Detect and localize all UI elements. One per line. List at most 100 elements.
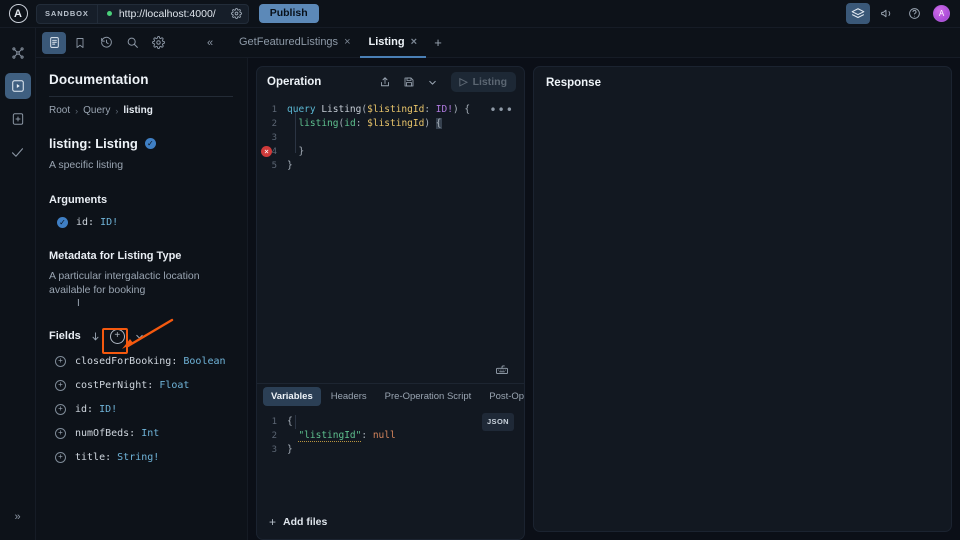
response-card: Response [533,66,952,532]
argument-type[interactable]: ID! [100,217,118,228]
tab-pre-operation-script[interactable]: Pre-Operation Script [377,387,480,406]
code-line: 4 } [257,145,524,159]
plus-circle-icon[interactable]: + [55,451,66,463]
breadcrumb-separator: › [75,105,79,116]
megaphone-icon[interactable] [874,3,898,24]
variables-editor[interactable]: JSON 1 { 2 "listingId": null 3} [257,409,524,505]
code-line: 2 "listingId": null [257,429,524,443]
breadcrumb-query[interactable]: Query [83,105,110,116]
line-number: 1 [271,417,277,427]
environment-chip[interactable]: SANDBOX [37,4,98,23]
plus-circle-icon[interactable]: + [55,427,66,439]
tab-close-icon[interactable]: × [411,36,417,48]
code-line: 3 } [257,443,524,457]
list-item[interactable]: + id: ID! [49,403,233,415]
user-avatar[interactable]: A [933,5,950,22]
panes: Documentation Root › Query › listing lis… [36,58,960,540]
field-type[interactable]: Int [141,428,159,439]
breadcrumb-current: listing [123,105,153,116]
documentation-pane: Documentation Root › Query › listing lis… [36,58,248,540]
add-tab-button[interactable]: + [426,28,450,58]
response-pane: Response [525,58,960,540]
layers-icon[interactable] [846,3,870,24]
operation-header: Operation ▷ Listing [257,67,524,97]
breadcrumb-separator: › [115,105,119,116]
metadata-description: A particular intergalactic location avai… [49,270,200,297]
field-text: title: String! [75,452,159,463]
tab-variables[interactable]: Variables [263,387,321,406]
field-type[interactable]: Float [159,380,189,391]
plus-circle-icon[interactable]: + [55,403,66,415]
list-item[interactable]: + title: String! [49,451,233,463]
left-rail: » [0,28,36,540]
plus-circle-icon[interactable]: + [55,355,66,367]
tab-post-operation-script[interactable]: Post-Op [481,387,524,406]
top-bar-actions: A [846,3,952,24]
breadcrumb: Root › Query › listing [49,105,233,116]
add-files-button[interactable]: + Add files [257,505,524,539]
play-icon: ▷ [459,76,468,88]
line-number: 3 [271,445,277,455]
line-number: 1 [271,105,277,115]
publish-button[interactable]: Publish [258,4,319,23]
fields-add-plus-icon[interactable]: + [109,328,125,344]
line-number: 5 [271,161,277,171]
field-description: A specific listing [49,159,124,171]
app-root: A SANDBOX http://localhost:4000/ Publish [0,0,960,540]
operation-pane: Operation ▷ Listing ••• × 1 query Listin… [248,58,525,540]
field-name: numOfBeds: [75,427,136,439]
history-icon[interactable] [94,32,118,54]
operation-card: Operation ▷ Listing ••• × 1 query Listin… [256,66,525,540]
settings-gear-icon[interactable] [146,32,170,54]
chevron-down-icon[interactable] [134,331,145,342]
checks-icon[interactable] [5,139,31,165]
endpoint-settings-gear-icon[interactable] [226,5,248,23]
field-type[interactable]: ID! [99,404,117,415]
rail-expand-icon[interactable]: » [5,504,31,530]
field-text: id: ID! [75,404,117,415]
field-type[interactable]: String! [117,452,159,463]
explorer-icon[interactable] [4,73,31,99]
tab-label: Listing [368,35,405,48]
body: » « GetFeaturedListings × Listing × + Do… [0,28,960,540]
field-name: id: [75,403,94,415]
apollo-logo-icon: A [8,4,28,23]
fields-list: + closedForBooking: Boolean + costPerNig… [49,355,233,463]
chevron-down-icon[interactable] [423,72,443,92]
keyboard-icon[interactable] [492,360,512,380]
operation-editor[interactable]: ••• × 1 query Listing($listingId: ID!) {… [257,97,524,357]
tab-headers[interactable]: Headers [323,387,375,406]
breadcrumb-root[interactable]: Root [49,105,70,116]
list-item[interactable]: + closedForBooking: Boolean [49,355,233,367]
code-line: 2 listing(id: $listingId) { [257,117,524,131]
fields-header: Fields + [49,328,233,344]
endpoint-url-text[interactable]: http://localhost:4000/ [119,8,226,20]
search-icon[interactable] [120,32,144,54]
argument-text: id: ID! [76,217,118,228]
argument-row[interactable]: ✓ id: ID! [49,217,233,229]
share-icon[interactable] [375,72,395,92]
tab-listing[interactable]: Listing × [359,28,426,58]
arrow-down-icon[interactable] [90,331,101,342]
list-item[interactable]: + costPerNight: Float [49,379,233,391]
field-signature-row: listing: Listing ✓ [49,136,233,151]
code-text: { [287,416,293,427]
list-item[interactable]: + numOfBeds: Int [49,427,233,439]
schema-icon[interactable] [5,106,31,132]
documentation-icon[interactable] [42,31,66,54]
help-circle-icon[interactable] [902,3,926,24]
run-button-label: Listing [472,76,507,88]
plus-circle-icon[interactable]: + [55,379,66,391]
bookmark-icon[interactable] [68,32,92,54]
endpoint-url-bar[interactable]: SANDBOX http://localhost:4000/ [36,3,249,24]
plus-icon: + [269,515,277,529]
tab-close-icon[interactable]: × [344,36,350,48]
line-number: 2 [271,119,277,129]
divider [49,96,233,97]
collapse-docs-icon[interactable]: « [198,32,222,54]
tab-get-featured-listings[interactable]: GetFeaturedListings × [230,28,360,58]
run-operation-button[interactable]: ▷ Listing [450,72,516,92]
save-icon[interactable] [399,72,419,92]
graph-icon[interactable] [5,40,31,66]
field-type[interactable]: Boolean [183,356,225,367]
